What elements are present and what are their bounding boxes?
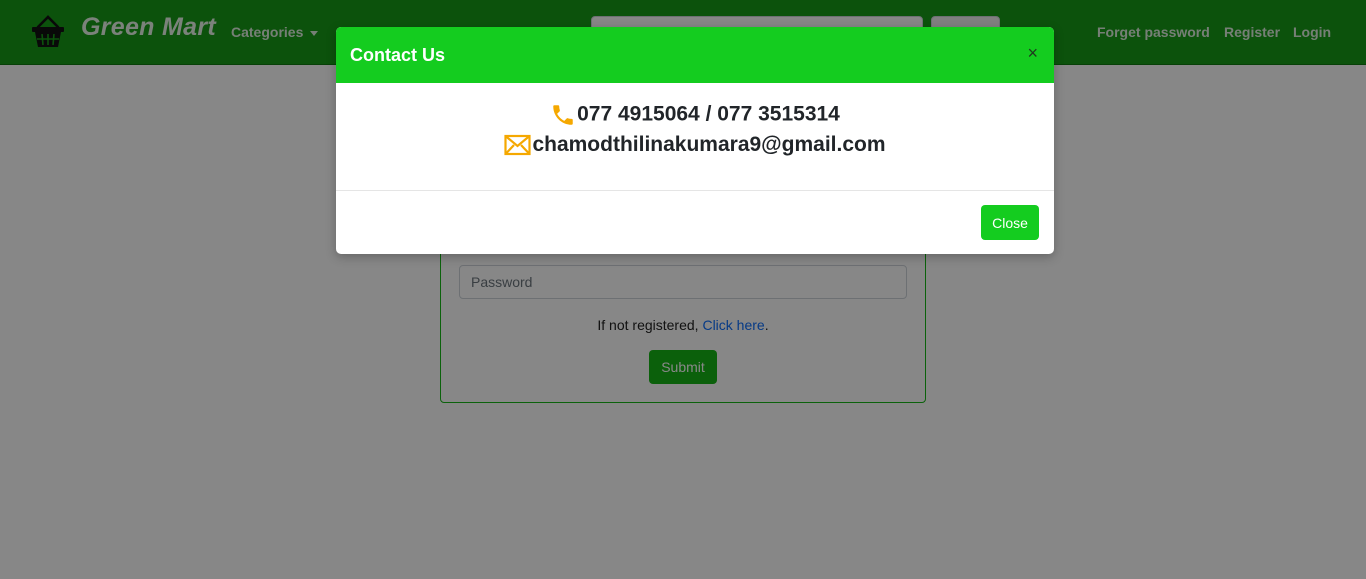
modal-header: Contact Us × [336, 27, 1054, 83]
modal-footer-divider [336, 190, 1054, 191]
phone-numbers: 077 4915064 / 077 3515314 [577, 102, 840, 126]
phone-icon [553, 105, 573, 125]
email-line: chamodthilinakumara9@gmail.com [336, 133, 1054, 157]
close-icon[interactable]: × [1027, 44, 1038, 62]
email-address: chamodthilinakumara9@gmail.com [532, 133, 886, 156]
close-button[interactable]: Close [981, 205, 1039, 240]
modal-title: Contact Us [350, 45, 446, 65]
envelope-icon [504, 135, 532, 156]
phone-line: 077 4915064 / 077 3515314 [336, 102, 1054, 128]
contact-us-modal: Contact Us × 077 4915064 / 077 3515314 c… [336, 27, 1054, 254]
modal-body: 077 4915064 / 077 3515314 chamodthilinak… [336, 83, 1054, 190]
